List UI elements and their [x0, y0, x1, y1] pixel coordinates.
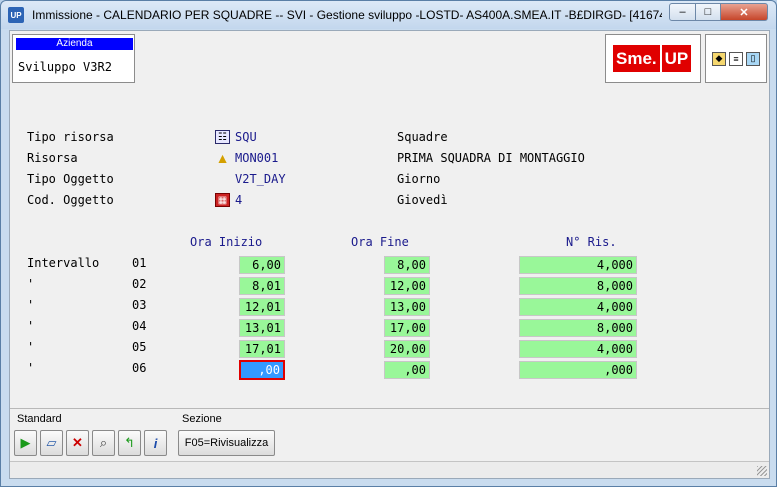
row-prefix: '	[27, 340, 35, 354]
code-tipo-risorsa: SQU	[235, 130, 257, 144]
code-risorsa: MON001	[235, 151, 279, 165]
client-area: Azienda Sviluppo V3R2 Sme. UP ◆ ≡ ▯ Tipo …	[9, 30, 770, 479]
row-number: 05	[132, 340, 147, 354]
ris-field[interactable]: 8,000	[519, 277, 637, 295]
row-number: 02	[132, 277, 147, 291]
bottom-toolbar: Standard Sezione ▶ ▱ ✕ ⌕ ↰ i F05=Rivisua…	[10, 408, 769, 460]
row-number: 04	[132, 319, 147, 333]
start-field[interactable]: 13,01	[239, 319, 285, 337]
azienda-name: Sviluppo V3R2	[18, 60, 112, 74]
label-tipo-oggetto: Tipo Oggetto	[27, 172, 114, 186]
status-bar	[10, 461, 769, 478]
row-number: 03	[132, 298, 147, 312]
header-band: Azienda Sviluppo V3R2 Sme. UP ◆ ≡ ▯	[10, 31, 769, 87]
arrow-back-icon[interactable]: ↰	[118, 430, 141, 456]
row-prefix: Intervallo	[27, 256, 100, 270]
end-field[interactable]: 20,00	[384, 340, 430, 358]
ris-field[interactable]: ,000	[519, 361, 637, 379]
cancel-icon[interactable]: ✕	[66, 430, 89, 456]
end-field[interactable]: 8,00	[384, 256, 430, 274]
start-field[interactable]: 6,00	[239, 256, 285, 274]
ris-field[interactable]: 4,000	[519, 256, 637, 274]
col-n-ris: N° Ris.	[566, 235, 617, 249]
logo-panel: Sme. UP	[605, 34, 701, 83]
desc-cod-oggetto: Giovedì	[397, 193, 448, 207]
azienda-panel: Azienda Sviluppo V3R2	[12, 34, 135, 83]
azienda-tag: Azienda	[16, 38, 133, 50]
app-window: UP Immissione - CALENDARIO PER SQUADRE -…	[0, 0, 777, 487]
calendar-icon: ▦	[215, 193, 230, 207]
label-tipo-risorsa: Tipo risorsa	[27, 130, 114, 144]
end-field[interactable]: 17,00	[384, 319, 430, 337]
smeup-logo: Sme. UP	[613, 45, 696, 72]
book-icon[interactable]: ▯	[746, 51, 760, 66]
desc-tipo-risorsa: Squadre	[397, 130, 448, 144]
desc-risorsa: PRIMA SQUADRA DI MONTAGGIO	[397, 151, 585, 165]
end-field[interactable]: 13,00	[384, 298, 430, 316]
code-tipo-oggetto: V2T_DAY	[235, 172, 286, 186]
warning-icon: ▲	[215, 150, 230, 166]
row-prefix: '	[27, 319, 35, 333]
desc-tipo-oggetto: Giorno	[397, 172, 441, 186]
start-field[interactable]: 8,01	[239, 277, 285, 295]
tools-panel: ◆ ≡ ▯	[705, 34, 767, 83]
label-cod-oggetto: Cod. Oggetto	[27, 193, 114, 207]
resize-grip[interactable]	[757, 466, 767, 476]
end-field[interactable]: 12,00	[384, 277, 430, 295]
palette-icon[interactable]: ◆	[712, 51, 726, 66]
eraser-icon[interactable]: ▱	[40, 430, 63, 456]
row-prefix: '	[27, 277, 35, 291]
ris-field[interactable]: 4,000	[519, 340, 637, 358]
app-icon: UP	[8, 7, 24, 23]
col-ora-fine: Ora Fine	[351, 235, 409, 249]
logo-up: UP	[659, 45, 692, 72]
start-field[interactable]: 17,01	[239, 340, 285, 358]
close-button[interactable]: ✕	[720, 3, 768, 21]
sezione-group-label: Sezione	[182, 413, 222, 425]
window-title: Immissione - CALENDARIO PER SQUADRE -- S…	[32, 8, 662, 22]
run-icon[interactable]: ▶	[14, 430, 37, 456]
ris-field[interactable]: 8,000	[519, 319, 637, 337]
label-risorsa: Risorsa	[27, 151, 78, 165]
code-cod-oggetto: 4	[235, 193, 243, 207]
start-field[interactable]: 12,01	[239, 298, 285, 316]
logo-sme: Sme.	[613, 45, 660, 72]
list-icon: ☷	[215, 130, 230, 144]
standard-group-label: Standard	[17, 413, 62, 425]
info-icon[interactable]: i	[144, 430, 167, 456]
row-prefix: '	[27, 361, 35, 375]
maximize-button[interactable]: □	[695, 3, 721, 21]
document-icon[interactable]: ≡	[729, 51, 743, 66]
end-field[interactable]: ,00	[384, 361, 430, 379]
row-prefix: '	[27, 298, 35, 312]
row-number: 06	[132, 361, 147, 375]
row-number: 01	[132, 256, 147, 270]
start-field-active[interactable]: ,00	[239, 360, 285, 380]
ris-field[interactable]: 4,000	[519, 298, 637, 316]
title-bar[interactable]: UP Immissione - CALENDARIO PER SQUADRE -…	[1, 1, 776, 29]
search-icon[interactable]: ⌕	[92, 430, 115, 456]
col-ora-inizio: Ora Inizio	[190, 235, 263, 249]
minimize-button[interactable]: –	[669, 3, 696, 21]
f05-refresh-button[interactable]: F05=Rivisualizza	[178, 430, 275, 456]
